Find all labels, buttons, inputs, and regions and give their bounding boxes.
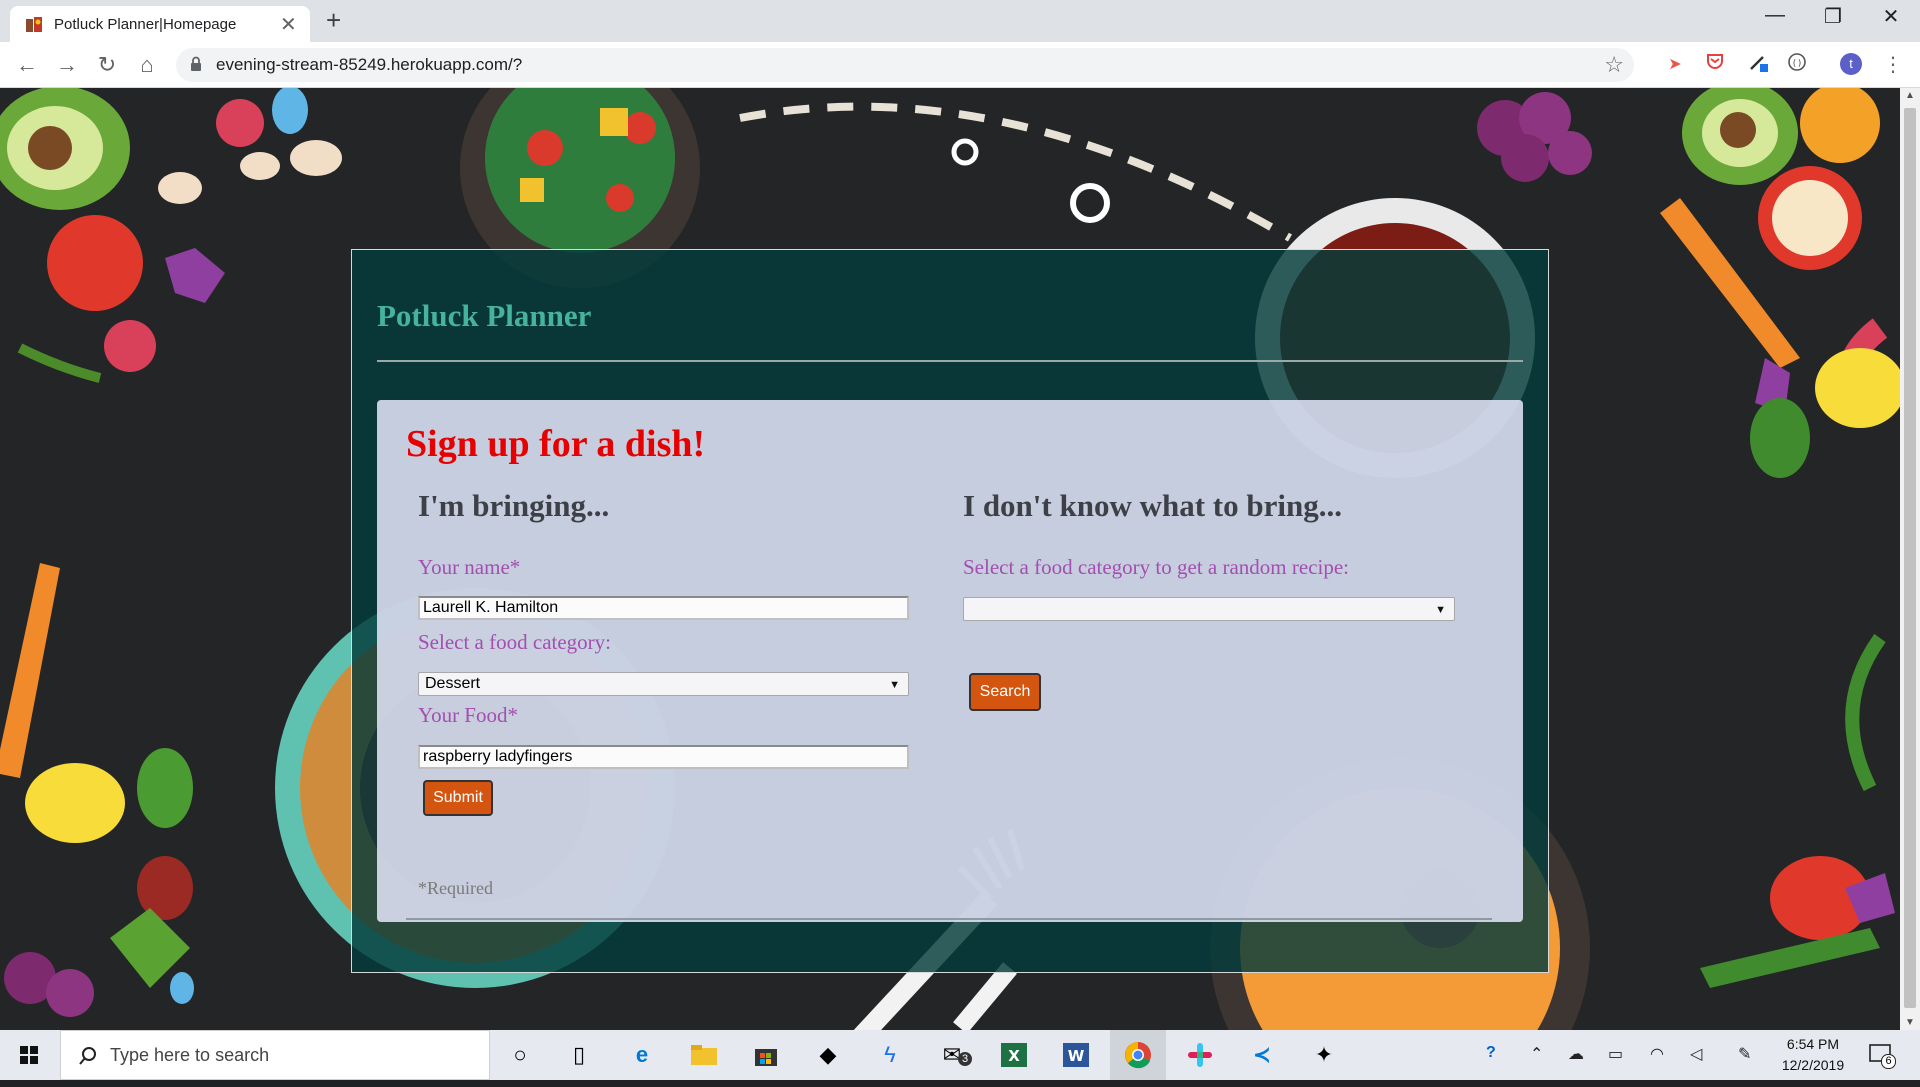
task-view-icon[interactable]: ▯ (551, 1030, 607, 1080)
start-button[interactable] (0, 1030, 58, 1080)
site-favicon-icon (26, 17, 42, 32)
address-bar[interactable]: evening-stream-85249.herokuapp.com/? ☆ (176, 48, 1634, 82)
card-heading: Sign up for a dish! (406, 423, 706, 465)
required-note: *Required (418, 878, 493, 898)
submit-button[interactable]: Submit (423, 780, 493, 816)
vscode-icon[interactable]: ≺ (1234, 1030, 1290, 1080)
browser-toolbar: ← → ↻ ⌂ evening-stream-85249.herokuapp.c… (0, 42, 1920, 88)
food-input[interactable]: raspberry ladyfingers (418, 745, 909, 769)
restore-button[interactable]: ❐ (1805, 4, 1861, 29)
svg-text:W: W (1068, 1047, 1085, 1065)
category-select-value: Dessert (425, 675, 481, 692)
taskbar-search-box[interactable]: Type here to search (60, 1030, 490, 1080)
word-icon[interactable]: W (1048, 1030, 1104, 1080)
chrome-icon[interactable] (1110, 1030, 1166, 1080)
food-label: Your Food* (418, 703, 518, 727)
app-title: Potluck Planner (377, 298, 592, 333)
excel-icon[interactable]: X (986, 1030, 1042, 1080)
scroll-down-arrow-icon[interactable]: ▼ (1905, 1017, 1915, 1028)
title-divider (377, 360, 1523, 362)
lock-icon (191, 56, 201, 71)
category-label: Select a food category: (418, 630, 611, 654)
file-explorer-icon[interactable] (676, 1030, 732, 1080)
pen-extension-icon[interactable] (1746, 52, 1772, 78)
name-label: Your name* (418, 555, 521, 579)
windows-taskbar: Type here to search ○ ▯ e ◆ ϟ ✉ 3 X W ≺ … (0, 1030, 1920, 1080)
card-bottom-divider (406, 918, 1492, 920)
category-select[interactable]: Dessert ▼ (418, 672, 909, 696)
app-container: Potluck Planner Sign up for a dish! I'm … (351, 249, 1549, 973)
minimize-button[interactable]: — (1747, 4, 1803, 27)
dont-know-heading: I don't know what to bring... (963, 488, 1342, 523)
chevron-down-icon: ▼ (889, 679, 900, 691)
clock-date[interactable]: 12/2/2019 (1773, 1057, 1853, 1073)
signup-card: Sign up for a dish! I'm bringing... Your… (377, 400, 1523, 922)
svg-text:(): () (1792, 59, 1803, 69)
profile-initial: t (1849, 56, 1853, 71)
new-tab-button[interactable]: + (326, 5, 341, 36)
battery-icon[interactable]: ▭ (1608, 1044, 1623, 1064)
close-window-button[interactable]: ✕ (1863, 4, 1919, 29)
bookmark-star-icon[interactable]: ☆ (1604, 52, 1624, 78)
random-category-select[interactable]: ▼ (963, 597, 1455, 621)
page-viewport: Potluck Planner Sign up for a dish! I'm … (0, 88, 1900, 1030)
onedrive-cloud-icon[interactable]: ☁ (1568, 1044, 1584, 1064)
back-arrow-icon[interactable]: ← (12, 50, 42, 80)
browser-tab-strip: Potluck Planner|Homepage ✕ + — ❐ ✕ (0, 0, 1920, 42)
volume-icon[interactable]: ◁ (1690, 1044, 1702, 1064)
scroll-up-arrow-icon[interactable]: ▲ (1905, 90, 1915, 101)
tab-close-icon[interactable]: ✕ (280, 12, 297, 37)
taskbar-search-placeholder: Type here to search (110, 1045, 270, 1065)
random-category-label: Select a food category to get a random r… (963, 555, 1349, 579)
tab-title: Potluck Planner|Homepage (54, 16, 237, 33)
extension-forward-icon[interactable]: ➤ (1662, 52, 1688, 78)
edge-browser-icon[interactable]: e (614, 1030, 670, 1080)
cortana-circle-icon[interactable]: ○ (492, 1030, 548, 1080)
help-icon[interactable]: ? (1486, 1044, 1496, 1062)
page-scrollbar[interactable]: ▲ ▼ (1900, 88, 1920, 1030)
browser-tab[interactable]: Potluck Planner|Homepage ✕ (10, 6, 310, 42)
chevron-down-icon: ▼ (1435, 604, 1446, 616)
azure-lightning-icon[interactable]: ϟ (862, 1030, 918, 1080)
search-icon (79, 1047, 96, 1065)
bringing-heading: I'm bringing... (418, 488, 610, 523)
scrollbar-thumb[interactable] (1904, 108, 1916, 1008)
code-extension-icon[interactable]: () (1784, 52, 1810, 78)
notification-center-button[interactable]: 6 (1868, 1042, 1896, 1069)
dropbox-icon[interactable]: ◆ (800, 1030, 856, 1080)
slack-icon[interactable] (1172, 1030, 1228, 1080)
windows-logo-icon (20, 1046, 38, 1064)
reload-icon[interactable]: ↻ (92, 50, 122, 80)
pocket-extension-icon[interactable] (1702, 52, 1728, 78)
wifi-icon[interactable]: ◠ (1650, 1044, 1664, 1064)
clock-time[interactable]: 6:54 PM (1773, 1036, 1853, 1052)
notification-count: 6 (1881, 1054, 1896, 1069)
browser-menu-icon[interactable]: ⋮ (1880, 52, 1906, 78)
git-kraken-icon[interactable]: ✦ (1296, 1030, 1352, 1080)
mail-icon[interactable]: ✉ 3 (924, 1030, 980, 1080)
home-icon[interactable]: ⌂ (132, 50, 162, 80)
chevron-up-icon[interactable]: ⌃ (1530, 1044, 1543, 1064)
pen-icon[interactable]: ✎ (1738, 1044, 1751, 1064)
microsoft-store-icon[interactable] (738, 1030, 794, 1080)
profile-avatar[interactable]: t (1838, 52, 1864, 78)
url-text[interactable]: evening-stream-85249.herokuapp.com/? (216, 55, 522, 75)
mail-badge: 3 (958, 1052, 972, 1066)
forward-arrow-icon[interactable]: → (52, 50, 82, 80)
name-input[interactable]: Laurell K. Hamilton (418, 596, 909, 620)
search-button[interactable]: Search (969, 673, 1041, 711)
svg-text:X: X (1008, 1047, 1020, 1065)
